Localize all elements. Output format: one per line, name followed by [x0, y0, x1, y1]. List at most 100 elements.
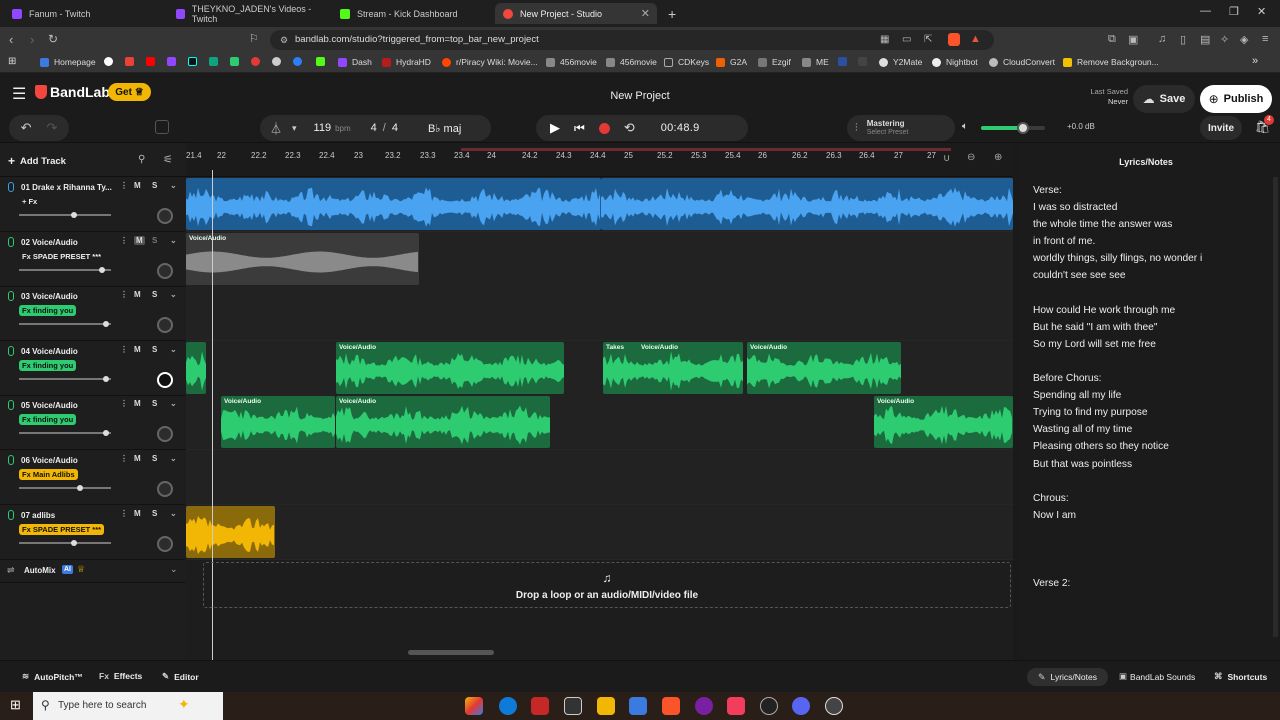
bookmark-kick[interactable] — [316, 57, 330, 66]
track-volume-handle[interactable] — [103, 321, 109, 328]
track-pan-knob[interactable] — [157, 426, 173, 443]
taskbar-store-icon[interactable] — [629, 697, 647, 715]
track-expand-icon[interactable]: ⌄ — [170, 345, 177, 354]
solo-button[interactable]: S — [152, 509, 157, 518]
apps-icon[interactable]: ⊞ — [8, 56, 16, 67]
track-fx-badge[interactable]: Fx finding you — [19, 414, 77, 426]
new-tab-button[interactable]: + — [660, 3, 684, 24]
track-header[interactable]: 02 Voice/Audio Fx SPADE PRESET *** ⋮ M S… — [0, 232, 186, 287]
track-volume-slider[interactable] — [19, 539, 111, 546]
cast-icon[interactable]: ▭ — [902, 34, 911, 45]
track-pan-knob[interactable] — [157, 481, 173, 497]
taskbar-music-icon[interactable] — [727, 697, 745, 715]
taskbar-dc-icon[interactable] — [564, 697, 582, 715]
metronome-dropdown-icon[interactable]: ▾ — [292, 123, 297, 134]
undo-icon[interactable]: ↶ — [21, 120, 32, 136]
share-icon[interactable]: ⇱ — [924, 34, 932, 45]
solo-button[interactable]: S — [152, 236, 157, 245]
track-volume-handle[interactable] — [77, 485, 83, 491]
taskbar-media-icon[interactable] — [825, 697, 843, 715]
shortcuts-button[interactable]: ⌘ Shortcuts — [1214, 671, 1267, 682]
track-volume-slider[interactable] — [19, 485, 111, 491]
audio-clip[interactable] — [601, 178, 1013, 230]
redo-icon[interactable]: ↷ — [47, 120, 58, 136]
track-name[interactable]: 01 Drake x Rihanna Ty... — [21, 183, 117, 192]
track-header[interactable]: 03 Voice/Audio Fx finding you ⋮ M S ⌄ — [0, 286, 186, 342]
track-pan-knob[interactable] — [157, 208, 173, 224]
minimize-icon[interactable]: — — [1200, 5, 1211, 17]
bookmark-fb[interactable] — [293, 57, 307, 66]
vpn-icon[interactable]: ◈ — [1240, 33, 1248, 46]
lyrics-scrollbar[interactable] — [1273, 177, 1278, 637]
track-pan-knob[interactable] — [157, 317, 173, 334]
qr-icon[interactable]: ▦ — [880, 34, 889, 45]
track-lane[interactable] — [186, 450, 1013, 505]
metronome-icon[interactable]: ⏃ — [270, 120, 282, 137]
taskbar-search-box[interactable]: ⚲ Type here to search ✦ — [33, 692, 223, 720]
audio-clip[interactable] — [186, 341, 206, 394]
rewards-icon[interactable]: ▲ — [970, 33, 981, 45]
taskbar-voicemod-icon[interactable] — [531, 697, 549, 715]
bandlab-sounds-button[interactable]: ▣ BandLab Sounds — [1119, 671, 1195, 682]
bookmark-gmail[interactable] — [125, 57, 139, 66]
taskbar-copilot-icon[interactable] — [465, 697, 483, 715]
close-tab-icon[interactable]: ✕ — [641, 7, 650, 20]
automix-expand-icon[interactable]: ⌄ — [170, 564, 178, 575]
add-track-button[interactable]: + Add Track — [8, 154, 66, 168]
track-name[interactable]: 04 Voice/Audio — [21, 347, 117, 356]
get-membership-button[interactable]: Get ♕ — [108, 83, 151, 101]
track-pan-knob[interactable] — [157, 262, 173, 279]
windows-start-icon[interactable]: ⊞ — [10, 697, 21, 713]
screenshot-icon[interactable]: ▣ — [1128, 33, 1138, 46]
track-name[interactable]: 05 Voice/Audio — [21, 401, 117, 410]
solo-button[interactable]: S — [152, 345, 157, 354]
mute-button[interactable]: M — [134, 345, 141, 354]
audio-clip[interactable] — [186, 505, 275, 558]
track-fx-badge[interactable]: Fx SPADE PRESET *** — [19, 251, 104, 262]
bookmark-google[interactable] — [104, 57, 118, 66]
loop-region-icon[interactable] — [155, 120, 169, 134]
extensions-icon[interactable]: ⧉ — [1108, 33, 1116, 46]
track-volume-handle[interactable] — [71, 539, 77, 546]
track-volume-handle[interactable] — [71, 212, 77, 218]
autopitch-button[interactable]: ≋ AutoPitch™ — [22, 671, 83, 682]
audio-clip[interactable]: Voice/Audio — [336, 396, 550, 449]
track-fx-badge[interactable]: Fx finding you — [19, 305, 77, 317]
record-icon[interactable] — [598, 122, 610, 134]
bookmark-tiktok[interactable] — [188, 57, 202, 66]
bookmark-homepage[interactable]: Homepage — [40, 57, 96, 67]
timeline-ruler[interactable]: 21.4 22 22.2 22.3 22.4 23 23.2 23.3 23.4 24 24.2 24… — [186, 143, 1013, 177]
leo-icon[interactable]: ✧ — [1220, 33, 1229, 46]
mute-button[interactable]: M — [134, 235, 145, 245]
audio-clip[interactable]: Voice/Audio — [747, 341, 901, 394]
tool-icon[interactable]: ⚲ — [138, 154, 145, 165]
drop-zone[interactable]: ♫ Drop a loop or an audio/MIDI/video fil… — [203, 562, 1011, 608]
mastering-button[interactable]: ⫶ Mastering Select Preset — [847, 115, 955, 141]
track-header[interactable]: 07 adlibs Fx SPADE PRESET *** ⋮ M S ⌄ — [0, 505, 186, 560]
track-options-icon[interactable]: ⋮ — [120, 399, 128, 408]
track-volume-slider[interactable] — [19, 375, 111, 382]
back-icon[interactable]: ‹ — [9, 32, 13, 47]
track-fx-badge[interactable]: Fx Main Adlibs — [19, 469, 78, 480]
effects-button[interactable]: Fx Effects — [99, 671, 142, 681]
loop-icon[interactable]: ⟲ — [624, 120, 635, 136]
solo-button[interactable]: S — [152, 181, 157, 190]
track-header[interactable]: 06 Voice/Audio Fx Main Adlibs ⋮ M S ⌄ — [0, 450, 186, 505]
restore-icon[interactable]: ❐ — [1229, 5, 1239, 18]
bookmark-twitch[interactable] — [167, 57, 181, 66]
track-options-icon[interactable]: ⋮ — [120, 454, 128, 463]
save-button[interactable]: ☁ Save — [1133, 85, 1195, 113]
track-options-icon[interactable]: ⋮ — [120, 509, 128, 518]
track-lane[interactable] — [186, 286, 1013, 342]
track-expand-icon[interactable]: ⌄ — [170, 399, 177, 408]
browser-tab-studio[interactable]: New Project - Studio ✕ — [495, 3, 657, 24]
zoom-in-icon[interactable]: ⊕ — [994, 152, 1002, 163]
reload-icon[interactable]: ↻ — [48, 32, 58, 46]
audio-clip[interactable] — [186, 178, 601, 230]
track-volume-handle[interactable] — [99, 266, 105, 273]
audio-clip[interactable]: Voice/Audio — [874, 396, 1013, 449]
bookmark-y2mate[interactable]: Y2Mate — [879, 57, 922, 67]
audio-clip[interactable]: Voice/Audio — [336, 341, 564, 394]
bookmark-nightbot[interactable]: Nightbot — [932, 57, 978, 67]
master-volume-slider[interactable] — [981, 122, 1045, 134]
